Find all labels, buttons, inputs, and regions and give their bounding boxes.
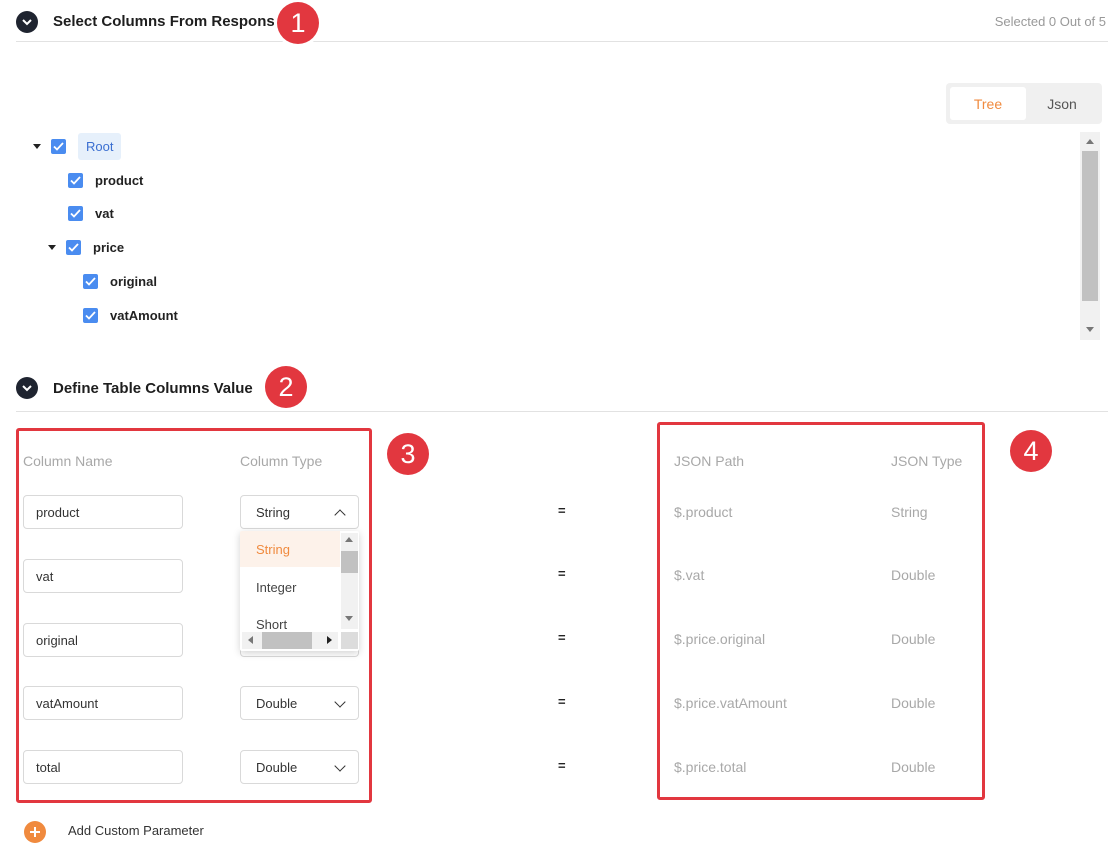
scroll-thumb[interactable] bbox=[262, 632, 312, 649]
scroll-corner bbox=[341, 632, 358, 649]
dropdown-option-integer[interactable]: Integer bbox=[240, 569, 340, 605]
collapse-section-button[interactable] bbox=[16, 377, 38, 399]
select-value: Double bbox=[256, 695, 298, 711]
column-name-input[interactable]: total bbox=[23, 750, 183, 784]
json-path-value: $.price.total bbox=[674, 759, 747, 775]
checkbox-product[interactable] bbox=[68, 172, 83, 188]
scroll-thumb[interactable] bbox=[341, 551, 358, 573]
tree-scrollbar[interactable] bbox=[1080, 132, 1100, 340]
chevron-down-icon bbox=[22, 18, 32, 25]
chevron-down-icon bbox=[334, 760, 346, 772]
tree-label[interactable]: price bbox=[93, 240, 124, 255]
json-type-value: Double bbox=[891, 631, 936, 647]
tree-label[interactable]: vat bbox=[95, 206, 114, 221]
check-icon bbox=[85, 310, 96, 320]
column-type-select[interactable]: String bbox=[240, 495, 359, 529]
json-path-value: $.price.original bbox=[674, 631, 766, 647]
column-type-dropdown: String Integer Short bbox=[240, 531, 359, 651]
chevron-up-icon bbox=[334, 509, 346, 521]
section-title: Define Table Columns Value bbox=[53, 380, 253, 397]
column-name-input[interactable]: vat bbox=[23, 559, 183, 593]
json-type-value: String bbox=[891, 504, 928, 520]
column-type-header: Column Type bbox=[240, 453, 323, 469]
scroll-down-icon[interactable] bbox=[1086, 327, 1094, 332]
select-columns-header: Select Columns From Response Selected 0 … bbox=[16, 7, 1108, 42]
checkbox-vatamount[interactable] bbox=[83, 307, 98, 323]
section-title: Select Columns From Response bbox=[53, 13, 284, 30]
column-name-header: Column Name bbox=[23, 453, 113, 469]
select-value: String bbox=[256, 504, 290, 520]
dropdown-hscrollbar[interactable] bbox=[242, 632, 338, 649]
scroll-up-icon[interactable] bbox=[345, 537, 353, 542]
json-path-value: $.price.vatAmount bbox=[674, 695, 787, 711]
collapse-section-button[interactable] bbox=[16, 11, 38, 33]
json-path-value: $.vat bbox=[674, 567, 705, 583]
column-name-input[interactable]: product bbox=[23, 495, 183, 529]
equals-sign: = bbox=[558, 630, 566, 645]
json-type-value: Double bbox=[891, 695, 936, 711]
select-value: Double bbox=[256, 759, 298, 775]
tree-node: vat bbox=[68, 203, 114, 223]
tree-label[interactable]: product bbox=[95, 173, 143, 188]
scroll-down-icon[interactable] bbox=[345, 616, 353, 621]
checkbox-vat[interactable] bbox=[68, 205, 83, 221]
tree-node-root: Root bbox=[33, 132, 122, 160]
dropdown-scrollbar[interactable] bbox=[341, 533, 358, 629]
view-toggle: Tree Json bbox=[946, 83, 1102, 124]
scroll-right-icon[interactable] bbox=[327, 636, 332, 644]
check-icon bbox=[70, 208, 81, 218]
equals-sign: = bbox=[558, 694, 566, 709]
define-columns-header: Define Table Columns Value bbox=[16, 372, 1108, 412]
equals-sign: = bbox=[558, 566, 566, 581]
tree-label[interactable]: original bbox=[110, 274, 157, 289]
equals-sign: = bbox=[558, 503, 566, 518]
checkbox-original[interactable] bbox=[83, 273, 98, 289]
tree-node: product bbox=[68, 170, 143, 190]
tab-json[interactable]: Json bbox=[1026, 87, 1098, 120]
json-type-value: Double bbox=[891, 759, 936, 775]
equals-sign: = bbox=[558, 758, 566, 773]
add-custom-parameter-button[interactable] bbox=[24, 821, 46, 843]
json-type-header: JSON Type bbox=[891, 453, 963, 469]
check-icon bbox=[85, 276, 96, 286]
tree-node: original bbox=[83, 271, 157, 291]
check-icon bbox=[70, 175, 81, 185]
column-type-select[interactable]: Double bbox=[240, 750, 359, 784]
annotation-badge-3: 3 bbox=[387, 433, 429, 475]
column-type-select[interactable]: Double bbox=[240, 686, 359, 720]
chevron-down-icon bbox=[22, 384, 32, 391]
annotation-badge-1: 1 bbox=[277, 2, 319, 44]
json-path-value: $.product bbox=[674, 504, 733, 520]
tree-node: price bbox=[48, 237, 124, 257]
column-name-input[interactable]: vatAmount bbox=[23, 686, 183, 720]
caret-down-icon[interactable] bbox=[33, 143, 41, 149]
selected-count: Selected 0 Out of 5 bbox=[994, 14, 1106, 29]
tree-label[interactable]: vatAmount bbox=[110, 308, 178, 323]
scroll-thumb[interactable] bbox=[1082, 151, 1098, 301]
annotation-badge-2: 2 bbox=[265, 366, 307, 408]
json-path-header: JSON Path bbox=[674, 453, 745, 469]
tree-label-root[interactable]: Root bbox=[78, 132, 122, 160]
checkbox-price[interactable] bbox=[66, 239, 81, 255]
plus-icon bbox=[30, 827, 40, 837]
caret-down-icon[interactable] bbox=[48, 244, 56, 250]
annotation-box-json bbox=[657, 422, 985, 800]
chevron-down-icon bbox=[334, 696, 346, 708]
tab-tree[interactable]: Tree bbox=[950, 87, 1026, 120]
check-icon bbox=[53, 141, 64, 151]
check-icon bbox=[68, 242, 79, 252]
checkbox-root[interactable] bbox=[51, 138, 66, 154]
add-custom-parameter-label[interactable]: Add Custom Parameter bbox=[68, 823, 204, 838]
scroll-up-icon[interactable] bbox=[1086, 139, 1094, 144]
json-type-value: Double bbox=[891, 567, 936, 583]
annotation-badge-4: 4 bbox=[1010, 430, 1052, 472]
tree-node: vatAmount bbox=[83, 305, 178, 325]
dropdown-option-string[interactable]: String bbox=[240, 531, 340, 567]
scroll-left-icon[interactable] bbox=[248, 636, 253, 644]
column-name-input[interactable]: original bbox=[23, 623, 183, 657]
